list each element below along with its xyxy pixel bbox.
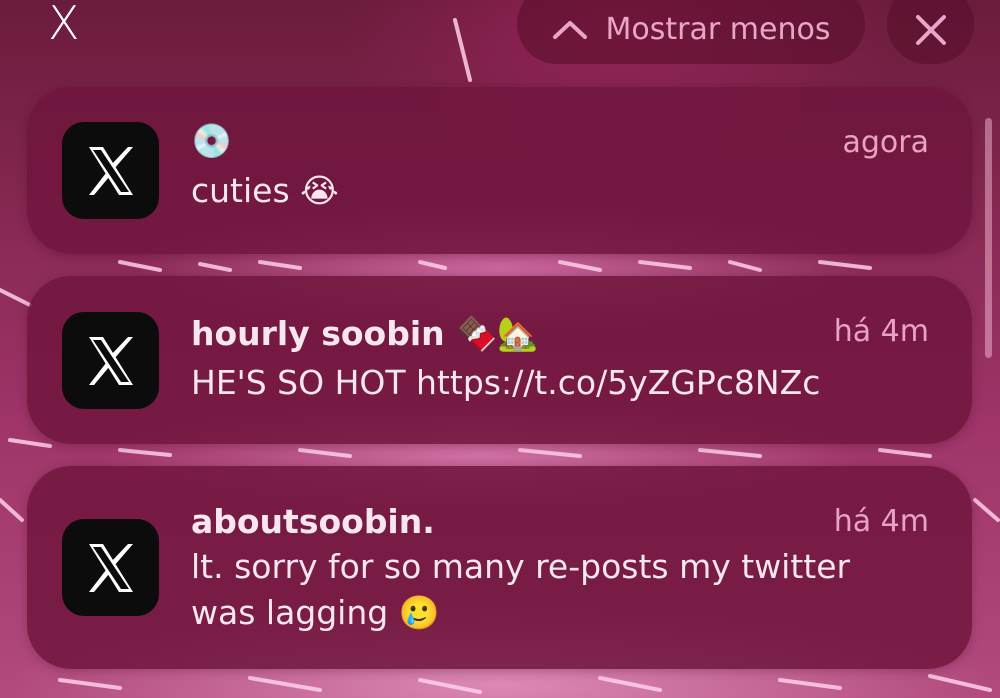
notification-body: cuties 😭 <box>191 171 339 210</box>
notification-time: há 4m <box>833 314 929 349</box>
scrollbar[interactable] <box>985 118 992 358</box>
app-name-label: X <box>48 0 80 50</box>
show-less-button[interactable]: Mostrar menos <box>517 0 865 64</box>
show-less-label: Mostrar menos <box>605 11 831 47</box>
close-icon <box>915 15 946 45</box>
notification-card[interactable]: hourly soobin 🍫🏡 há 4m HE'S SO HOT https… <box>27 276 972 444</box>
close-button[interactable] <box>887 0 974 64</box>
notification-time: agora <box>842 125 930 160</box>
notification-title: hourly soobin 🍫🏡 <box>191 314 539 353</box>
notification-body: HE'S SO HOT https://t.co/5yZGPc8NZc <box>191 363 821 402</box>
x-logo-icon <box>62 312 159 409</box>
chevron-up-icon <box>552 21 587 39</box>
notification-title: aboutsoobin. <box>191 502 435 541</box>
notification-body: lt. sorry for so many re-posts my twitte… <box>191 547 851 632</box>
x-logo-icon <box>62 519 159 616</box>
notification-time: há 4m <box>833 504 929 539</box>
x-logo-icon <box>62 122 159 219</box>
notification-title: 💿 <box>191 121 233 160</box>
notification-card[interactable]: aboutsoobin. há 4m lt. sorry for so many… <box>27 466 972 669</box>
notification-card[interactable]: 💿 agora cuties 😭 <box>27 87 972 254</box>
